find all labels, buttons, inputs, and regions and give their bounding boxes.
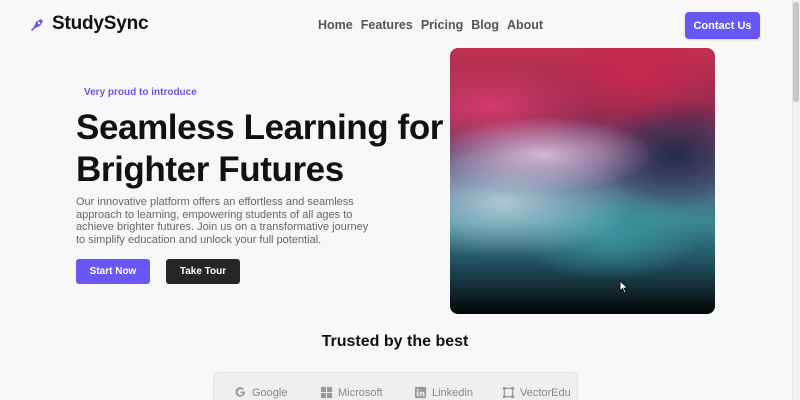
page-scrollbar[interactable] [792, 0, 800, 400]
start-now-button[interactable]: Start Now [76, 259, 150, 284]
partner-label: Linkedin [432, 386, 473, 399]
brand-name: StudySync [52, 13, 149, 34]
nav-home[interactable]: Home [318, 18, 353, 32]
scrollbar-thumb[interactable] [793, 2, 799, 102]
nav-features[interactable]: Features [361, 18, 413, 32]
vector-icon [502, 386, 515, 399]
linkedin-icon [414, 386, 427, 399]
partner-microsoft: Microsoft [320, 386, 383, 399]
pen-nib-icon [31, 19, 43, 31]
hero-eyebrow: Very proud to introduce [84, 87, 197, 98]
hero-headline: Seamless Learning for Brighter Futures [76, 108, 444, 189]
google-icon [235, 387, 246, 397]
microsoft-icon [320, 386, 333, 399]
mouse-cursor-icon [619, 280, 629, 294]
nav-blog[interactable]: Blog [471, 18, 499, 32]
main-nav: Home Features Pricing Blog About [318, 18, 551, 32]
take-tour-button[interactable]: Take Tour [166, 259, 240, 284]
partner-logos: Google Microsoft Linkedin VectorEdu [213, 372, 578, 400]
hero-image [450, 48, 715, 314]
trusted-title: Trusted by the best [321, 333, 469, 350]
hero-description: Our innovative platform offers an effort… [76, 196, 369, 246]
landing-page: StudySync Home Features Pricing Blog Abo… [0, 0, 800, 400]
partner-vectoredu: VectorEdu [502, 386, 571, 399]
partner-google: Google [234, 386, 287, 399]
nav-about[interactable]: About [507, 18, 543, 32]
partner-linkedin: Linkedin [414, 386, 473, 399]
contact-us-button[interactable]: Contact Us [685, 12, 760, 39]
partner-label: Google [252, 386, 288, 399]
partner-label: VectorEdu [520, 386, 571, 399]
partner-label: Microsoft [338, 386, 383, 399]
brand-logo[interactable]: StudySync [30, 13, 149, 35]
nav-pricing[interactable]: Pricing [421, 18, 463, 32]
